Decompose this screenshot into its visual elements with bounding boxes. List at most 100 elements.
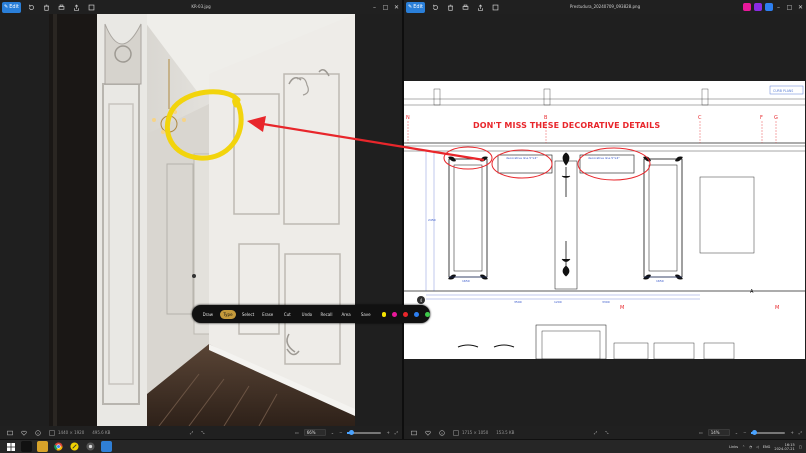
tool-undo[interactable]: Undo	[297, 312, 317, 317]
tool-recall[interactable]: Recall	[317, 312, 337, 317]
view-controls: ⤢ ⤡	[594, 426, 608, 439]
tool-draw[interactable]: Draw	[198, 312, 218, 317]
zoom-fit-icon[interactable]: ▭	[699, 430, 703, 435]
actual-size-icon[interactable]: ⤡	[605, 430, 608, 435]
tool-erase[interactable]: Erase	[258, 312, 278, 317]
chrome-icon[interactable]	[53, 441, 64, 452]
grid-label-m2: M	[775, 305, 779, 311]
close-button[interactable]: ✕	[391, 0, 402, 14]
filmstrip-icon[interactable]	[410, 429, 418, 437]
chevron-up-icon[interactable]: ⌃	[742, 445, 745, 449]
grid-label-n: N	[406, 115, 410, 121]
maximize-button[interactable]: □	[380, 0, 391, 14]
window-controls: – □ ✕	[740, 0, 806, 14]
rotate-icon[interactable]	[430, 2, 440, 12]
dim-2450: 2450	[428, 218, 436, 222]
dim-label-1: decorative line 5"x4"	[506, 156, 538, 160]
edit-button[interactable]: ✎ Edit	[406, 1, 425, 13]
edit-button[interactable]: ✎ Edit	[2, 1, 21, 13]
swatch-red[interactable]	[403, 311, 409, 317]
minimize-button[interactable]: –	[773, 0, 784, 14]
photos-app-icon[interactable]	[101, 441, 112, 452]
edit-icon: ✎	[408, 4, 413, 10]
window-controls: – □ ✕	[369, 0, 402, 14]
image-dimensions: 1715 × 1050	[462, 430, 489, 435]
close-button[interactable]: ✕	[795, 0, 806, 14]
dim-3300: 3300	[602, 300, 610, 304]
delete-icon[interactable]	[445, 2, 455, 12]
image-size-icon	[452, 429, 460, 437]
dim-label-2: decorative line 5"x4"	[588, 156, 620, 160]
swatch-green[interactable]	[425, 311, 431, 317]
delete-icon[interactable]	[41, 2, 51, 12]
zoom-dropdown-icon[interactable]: ⌄	[735, 430, 738, 435]
print-icon[interactable]	[460, 2, 470, 12]
image-dimensions: 1440 × 1920	[58, 430, 85, 435]
notification-icon[interactable]: ▢	[799, 445, 802, 449]
more-icon[interactable]	[86, 2, 96, 12]
swatch-blue[interactable]	[414, 311, 420, 317]
tool-type[interactable]: Type	[219, 309, 237, 319]
actual-size-icon[interactable]: ⤡	[201, 430, 204, 435]
ink-badge[interactable]: 4	[417, 296, 425, 304]
settings-icon[interactable]	[85, 441, 96, 452]
zoom-level: 66%	[306, 430, 316, 435]
zoom-slider[interactable]	[347, 429, 382, 435]
info-icon[interactable]	[438, 429, 446, 437]
fit-icon[interactable]: ⤢	[190, 430, 193, 435]
file-explorer-icon[interactable]	[37, 441, 48, 452]
zoom-level-box[interactable]: 66%	[303, 429, 326, 436]
notes-icon[interactable]	[69, 441, 80, 452]
zoom-fit-icon[interactable]: ▭	[295, 430, 299, 435]
dim-3590: 3590	[514, 300, 522, 304]
system-tray: Links ⌃ ◔ ◁ ENG 16:15 2024-07-21 ▢	[729, 440, 802, 453]
clock[interactable]: 16:15 2024-07-21	[774, 443, 794, 452]
more-icon[interactable]	[490, 2, 500, 12]
terminal-icon[interactable]	[21, 441, 32, 452]
zoom-out-icon[interactable]: −	[339, 430, 342, 435]
titlebar-left: ✎ Edit KR-03.jpg – □ ✕	[0, 0, 402, 14]
language-indicator[interactable]: ENG	[763, 445, 771, 449]
app-badge-purple-icon[interactable]	[754, 3, 762, 11]
zoom-out-icon[interactable]: −	[743, 430, 746, 435]
print-icon[interactable]	[56, 2, 66, 12]
filmstrip-icon[interactable]	[6, 429, 14, 437]
zoom-slider[interactable]	[751, 429, 786, 435]
fullscreen-icon[interactable]: ⤢	[799, 430, 802, 435]
tool-cut[interactable]: Cut	[277, 312, 297, 317]
network-icon[interactable]: ◔	[749, 445, 752, 449]
tool-select[interactable]: Select	[238, 312, 258, 317]
view-controls: ⤢ ⤡	[190, 426, 204, 439]
app-badge-pink-icon[interactable]	[743, 3, 751, 11]
favorite-icon[interactable]	[424, 429, 432, 437]
fit-icon[interactable]: ⤢	[594, 430, 597, 435]
tool-save[interactable]: Save	[356, 312, 376, 317]
zoom-dropdown-icon[interactable]: ⌄	[331, 430, 334, 435]
edit-label: Edit	[413, 4, 423, 10]
swatch-yellow[interactable]	[381, 311, 387, 317]
rotate-icon[interactable]	[26, 2, 36, 12]
tool-area[interactable]: Area	[336, 312, 356, 317]
minimize-button[interactable]: –	[369, 0, 380, 14]
info-icon[interactable]	[34, 429, 42, 437]
zoom-level-box[interactable]: 14%	[707, 429, 730, 436]
share-icon[interactable]	[475, 2, 485, 12]
favorite-icon[interactable]	[20, 429, 28, 437]
ink-toolbar: Draw Type Select Erase Cut Undo Recall A…	[192, 305, 431, 323]
volume-icon[interactable]: ◁	[756, 445, 759, 449]
grid-label-f: F	[760, 115, 763, 121]
statusbar-left: 1440 × 1920 495.6 KB ⤢ ⤡ ▭ 66% ⌄ − + ⤢	[0, 426, 402, 439]
drawing-stamp: CURB PLANS	[773, 89, 793, 93]
file-size: 153.5 KB	[496, 430, 515, 435]
app-badge-blue-icon[interactable]	[765, 3, 773, 11]
share-icon[interactable]	[71, 2, 81, 12]
start-icon[interactable]	[5, 441, 16, 452]
swatch-magenta[interactable]	[392, 311, 398, 317]
zoom-in-icon[interactable]: +	[386, 430, 389, 435]
zoom-controls: ▭ 66% ⌄ − + ⤢	[295, 426, 398, 439]
taskbar: Links ⌃ ◔ ◁ ENG 16:15 2024-07-21 ▢	[0, 439, 806, 453]
fullscreen-icon[interactable]: ⤢	[395, 430, 398, 435]
maximize-button[interactable]: □	[784, 0, 795, 14]
zoom-in-icon[interactable]: +	[790, 430, 793, 435]
links-label[interactable]: Links	[729, 445, 738, 449]
